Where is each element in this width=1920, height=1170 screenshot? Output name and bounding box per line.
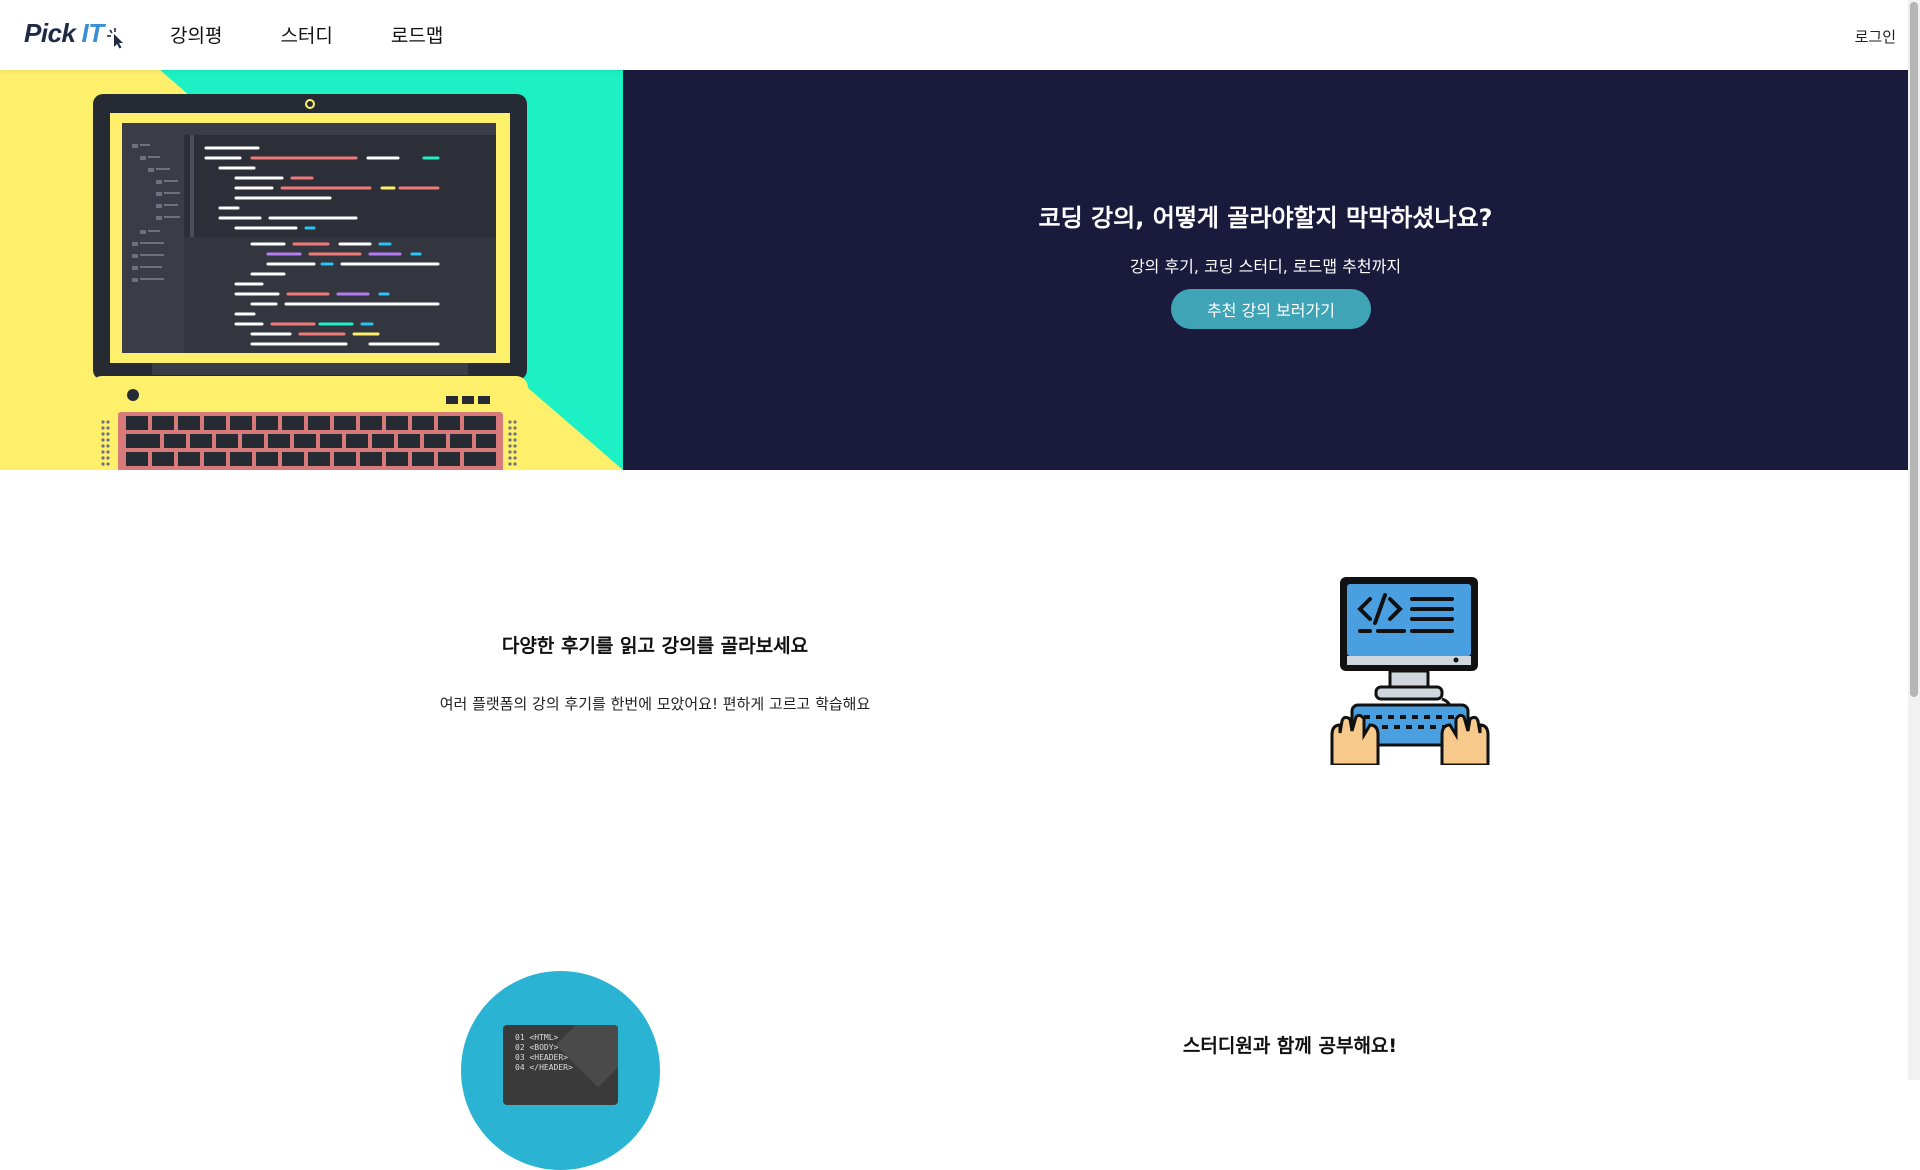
nav-item-study[interactable]: 스터디 [280,21,332,48]
laptop-illustration [0,70,623,470]
code-line: 04 </HEADER> [515,1063,573,1072]
code-line: 02 <BODY> [515,1043,559,1052]
hero-banner: 코딩 강의, 어떻게 골라야할지 막막하셨나요? 강의 후기, 코딩 스터디, … [0,70,1908,470]
hero-title: 코딩 강의, 어떻게 골라야할지 막막하셨나요? [1038,204,1493,232]
code-line: 01 <HTML> [515,1033,559,1042]
nav-item-reviews[interactable]: 강의평 [170,21,222,48]
hero-text-panel: 코딩 강의, 어떻게 골라야할지 막막하셨나요? 강의 후기, 코딩 스터디, … [623,70,1908,470]
feature-reviews-title: 다양한 후기를 읽고 강의를 골라보세요 [501,635,809,657]
laptop-code-icon [0,70,623,470]
scrollbar-thumb[interactable] [1910,2,1918,697]
login-link[interactable]: 로그인 [1855,26,1896,47]
study-illustration: 01 <HTML> 02 <BODY> 03 <HEADER> 04 </HEA… [461,971,660,1170]
coding-computer-icon [1330,577,1490,765]
code-snippet-icon: 01 <HTML> 02 <BODY> 03 <HEADER> 04 </HEA… [503,1025,618,1105]
nav-item-roadmap[interactable]: 로드맵 [391,21,443,48]
feature-study-title: 스터디원과 함께 공부해요! [1182,1035,1398,1057]
cursor-click-icon [106,28,123,49]
code-line: 03 <HEADER> [515,1053,568,1062]
top-header: Pick IT 강의평 스터디 로드맵 로그인 [0,0,1908,70]
feature-reviews-description: 여러 플랫폼의 강의 후기를 한번에 모았어요! 편하게 고르고 학습해요 [439,695,871,713]
page-scrollbar[interactable] [1908,0,1920,1080]
hero-subtitle: 강의 후기, 코딩 스터디, 로드맵 추천까지 [1129,257,1402,276]
logo-word-it: IT [81,18,105,48]
recommended-courses-button[interactable]: 추천 강의 보러가기 [1171,289,1371,329]
logo-word-pick: Pick [24,18,76,48]
main-nav: 강의평 스터디 로드맵 [170,21,443,48]
pickit-logo[interactable]: Pick IT [24,18,127,49]
